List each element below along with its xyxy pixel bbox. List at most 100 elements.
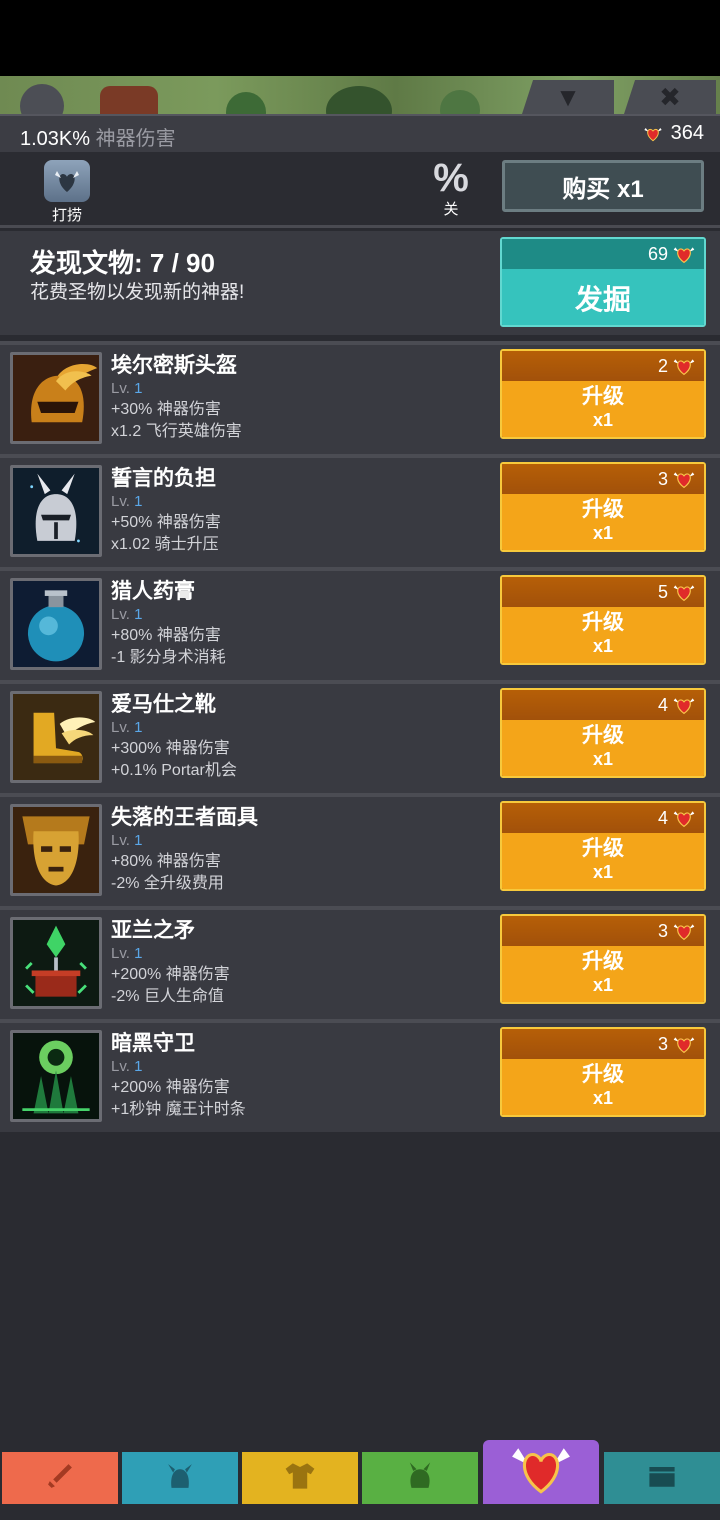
collapse-button[interactable]: ▼ bbox=[522, 80, 614, 114]
upgrade-multiplier: x1 bbox=[592, 749, 614, 769]
level-value: 1 bbox=[134, 832, 143, 849]
artifact-level: Lv. 1 bbox=[111, 379, 242, 399]
level-prefix: Lv. bbox=[111, 945, 130, 962]
artifact-effect-secondary: -2% 全升级费用 bbox=[111, 875, 224, 892]
viking-emblem-icon[interactable] bbox=[100, 86, 158, 114]
artifact-name: 爱马仕之靴 bbox=[111, 693, 216, 716]
upgrade-label-text: 升级 bbox=[582, 950, 624, 973]
winged-heart-icon bbox=[673, 697, 695, 714]
artifact-effect-primary: +50% 神器伤害 bbox=[111, 514, 221, 531]
artifact-row: 埃尔密斯头盔 Lv. 1 +30% 神器伤害 x1.2 飞行英雄伤害 2 升级 … bbox=[0, 341, 720, 454]
artifact-effect-primary: +200% 神器伤害 bbox=[111, 966, 230, 983]
nav-tab-shirt[interactable] bbox=[242, 1452, 358, 1504]
upgrade-multiplier: x1 bbox=[592, 410, 614, 430]
upgrade-button[interactable]: 3 升级 x1 bbox=[500, 1027, 706, 1117]
gear-icon[interactable] bbox=[20, 84, 64, 114]
upgrade-cost-value: 4 bbox=[657, 807, 668, 828]
relic-count: 364 bbox=[670, 122, 704, 144]
upgrade-label-text: 升级 bbox=[582, 837, 624, 860]
upgrade-cost-value: 3 bbox=[657, 1033, 668, 1054]
artifact-info: 埃尔密斯头盔 Lv. 1 +30% 神器伤害 x1.2 飞行英雄伤害 bbox=[111, 353, 242, 443]
upgrade-multiplier: x1 bbox=[592, 1088, 614, 1108]
percent-toggle[interactable]: % 关 bbox=[424, 156, 478, 219]
nav-tab-chest[interactable] bbox=[604, 1452, 720, 1504]
nav-tab-horned-helmet[interactable] bbox=[362, 1452, 478, 1504]
upgrade-label: 升级 x1 bbox=[502, 381, 704, 437]
shirt-icon bbox=[282, 1458, 318, 1499]
scene-blob bbox=[226, 92, 266, 114]
discover-button[interactable]: 69 发掘 bbox=[500, 237, 706, 327]
winged-heart-icon bbox=[673, 923, 695, 940]
upgrade-cost-value: 3 bbox=[657, 920, 668, 941]
app-root: ▼ ✖ 1.03K% 神器伤害 364 打捞 % 关 购买 x1 发现文物: 7… bbox=[0, 0, 720, 1520]
damage-value: 1.03K% bbox=[20, 128, 91, 150]
artifact-level: Lv. 1 bbox=[111, 944, 230, 964]
close-button[interactable]: ✖ bbox=[624, 80, 716, 114]
upgrade-button[interactable]: 2 升级 x1 bbox=[500, 349, 706, 439]
winged-boots-icon[interactable] bbox=[10, 691, 102, 783]
artifact-row: 猎人药膏 Lv. 1 +80% 神器伤害 -1 影分身术消耗 5 升级 x1 bbox=[0, 567, 720, 680]
artifact-effect-secondary: -2% 巨人生命值 bbox=[111, 988, 224, 1005]
upgrade-multiplier: x1 bbox=[592, 975, 614, 995]
level-prefix: Lv. bbox=[111, 1058, 130, 1075]
knight-helmet-icon[interactable] bbox=[10, 465, 102, 557]
artifact-row: 失落的王者面具 Lv. 1 +80% 神器伤害 -2% 全升级费用 4 升级 x… bbox=[0, 793, 720, 906]
nav-tab-viking-helmet[interactable] bbox=[122, 1452, 238, 1504]
upgrade-button[interactable]: 4 升级 x1 bbox=[500, 688, 706, 778]
artifact-effect-primary: +80% 神器伤害 bbox=[111, 627, 221, 644]
winged-heart-icon bbox=[510, 1444, 572, 1501]
artifact-row: 暗黑守卫 Lv. 1 +200% 神器伤害 +1秒钟 魔王计时条 3 升级 x1 bbox=[0, 1019, 720, 1132]
winged-helmet-icon[interactable] bbox=[10, 352, 102, 444]
nav-tab-winged-heart[interactable] bbox=[483, 1440, 599, 1504]
artifact-level: Lv. 1 bbox=[111, 1057, 246, 1077]
viking-helmet-icon bbox=[163, 1459, 197, 1498]
artifact-effect-primary: +200% 神器伤害 bbox=[111, 1079, 230, 1096]
artifact-damage-total: 1.03K% 神器伤害 bbox=[20, 122, 176, 151]
artifact-row: 爱马仕之靴 Lv. 1 +300% 神器伤害 +0.1% Portar机会 4 … bbox=[0, 680, 720, 793]
chevron-down-icon: ▼ bbox=[555, 81, 581, 112]
winged-heart-icon bbox=[673, 584, 695, 601]
level-value: 1 bbox=[134, 493, 143, 510]
potion-flask-icon[interactable] bbox=[10, 578, 102, 670]
nav-tab-sword[interactable] bbox=[2, 1452, 118, 1504]
artifact-level: Lv. 1 bbox=[111, 492, 221, 512]
upgrade-button[interactable]: 5 升级 x1 bbox=[500, 575, 706, 665]
artifact-info: 失落的王者面具 Lv. 1 +80% 神器伤害 -2% 全升级费用 bbox=[111, 805, 258, 895]
golden-mask-icon[interactable] bbox=[10, 804, 102, 896]
upgrade-multiplier: x1 bbox=[592, 523, 614, 543]
scene-blob bbox=[326, 86, 392, 114]
artifact-effect-primary: +80% 神器伤害 bbox=[111, 853, 221, 870]
artifact-info: 亚兰之矛 Lv. 1 +200% 神器伤害 -2% 巨人生命值 bbox=[111, 918, 230, 1008]
upgrade-button[interactable]: 4 升级 x1 bbox=[500, 801, 706, 891]
artifact-effect-secondary: x1.2 飞行英雄伤害 bbox=[111, 423, 242, 440]
level-value: 1 bbox=[134, 1058, 143, 1075]
artifact-name: 失落的王者面具 bbox=[111, 806, 258, 829]
artifact-effect-secondary: x1.02 骑士升压 bbox=[111, 536, 219, 553]
upgrade-cost-value: 2 bbox=[657, 355, 668, 376]
salvage-icon bbox=[44, 160, 90, 202]
artifact-level: Lv. 1 bbox=[111, 718, 237, 738]
dark-guardian-icon[interactable] bbox=[10, 1030, 102, 1122]
level-value: 1 bbox=[134, 606, 143, 623]
upgrade-button[interactable]: 3 升级 x1 bbox=[500, 914, 706, 1004]
relic-counter: 364 bbox=[643, 122, 704, 145]
upgrade-cost: 5 bbox=[502, 577, 704, 607]
artifact-name: 誓言的负担 bbox=[111, 467, 216, 490]
level-value: 1 bbox=[134, 380, 143, 397]
close-icon: ✖ bbox=[659, 81, 681, 112]
status-bar bbox=[0, 0, 720, 76]
level-prefix: Lv. bbox=[111, 493, 130, 510]
buy-multiplier-button[interactable]: 购买 x1 bbox=[502, 160, 704, 212]
level-prefix: Lv. bbox=[111, 719, 130, 736]
salvage-button[interactable]: 打捞 bbox=[40, 160, 94, 225]
artifact-info: 誓言的负担 Lv. 1 +50% 神器伤害 x1.02 骑士升压 bbox=[111, 466, 221, 556]
upgrade-button[interactable]: 3 升级 x1 bbox=[500, 462, 706, 552]
scene-blob bbox=[440, 90, 480, 114]
emerald-spear-icon[interactable] bbox=[10, 917, 102, 1009]
level-value: 1 bbox=[134, 945, 143, 962]
upgrade-label: 升级 x1 bbox=[502, 494, 704, 550]
upgrade-label: 升级 x1 bbox=[502, 720, 704, 776]
level-prefix: Lv. bbox=[111, 380, 130, 397]
artifact-name: 亚兰之矛 bbox=[111, 919, 195, 942]
upgrade-label: 升级 x1 bbox=[502, 833, 704, 889]
